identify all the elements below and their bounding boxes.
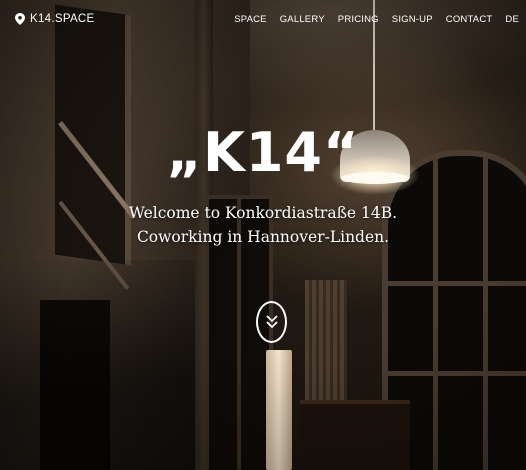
brand-name: K14.SPACE <box>30 13 95 25</box>
double-chevron-down-icon <box>265 315 278 329</box>
top-navbar: K14.SPACE SPACE GALLERY PRICING SIGN-UP … <box>0 0 526 38</box>
scroll-down-button[interactable] <box>256 301 287 343</box>
brand-logo-link[interactable]: K14.SPACE <box>15 13 95 25</box>
language-switch-de[interactable]: DE <box>505 14 519 25</box>
nav-item-gallery[interactable]: GALLERY <box>280 14 325 25</box>
nav-item-contact[interactable]: CONTACT <box>446 14 493 25</box>
nav-item-pricing[interactable]: PRICING <box>338 14 379 25</box>
nav-item-space[interactable]: SPACE <box>234 14 267 25</box>
hero-title: „K14“ <box>166 121 360 184</box>
nav-item-sign-up[interactable]: SIGN-UP <box>392 14 433 25</box>
hero-tagline: Welcome to Konkordiastraße 14B. Coworkin… <box>0 201 526 249</box>
hero-section: „K14“ Welcome to Konkordiastraße 14B. Co… <box>0 118 526 249</box>
map-pin-icon <box>15 13 25 25</box>
tagline-line-2: Coworking in Hannover-Linden. <box>136 228 390 246</box>
main-menu: SPACE GALLERY PRICING SIGN-UP CONTACT DE <box>234 14 519 25</box>
tagline-line-1: Welcome to Konkordiastraße 14B. <box>128 204 398 222</box>
